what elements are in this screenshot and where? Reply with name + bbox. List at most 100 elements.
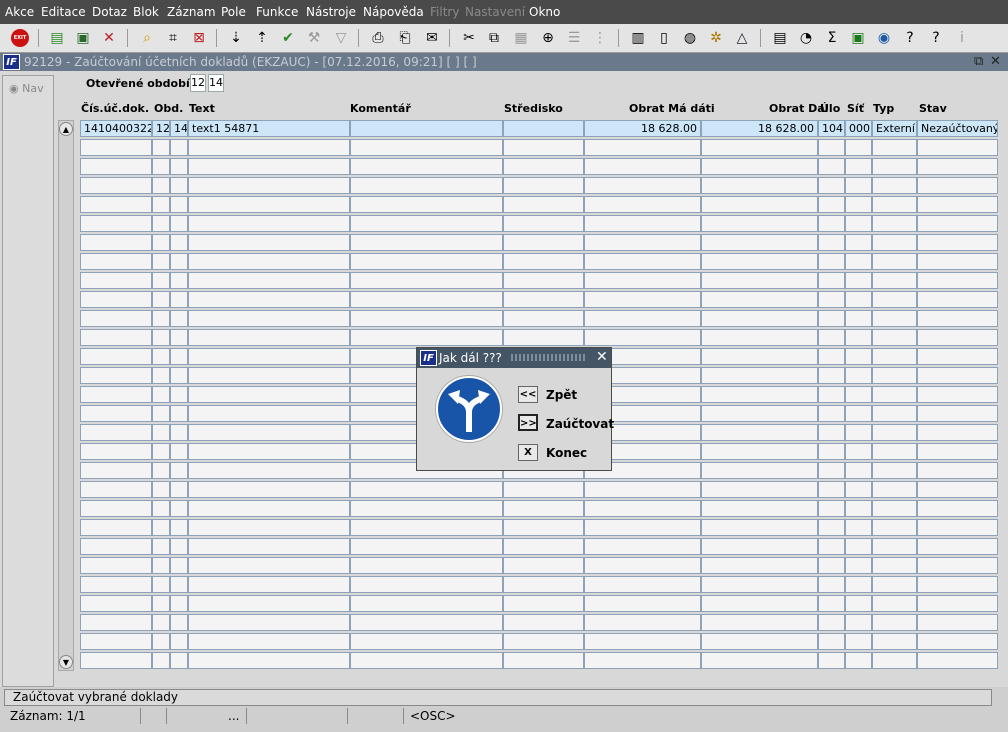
table-cell[interactable] <box>152 253 170 270</box>
table-cell[interactable] <box>845 538 872 555</box>
table-cell[interactable] <box>818 405 845 422</box>
table-cell[interactable] <box>152 139 170 156</box>
table-cell[interactable] <box>845 576 872 593</box>
table-cell[interactable] <box>701 538 818 555</box>
table-cell[interactable] <box>818 386 845 403</box>
table-cell[interactable] <box>80 234 152 251</box>
table-cell[interactable]: 000 <box>845 120 872 137</box>
table-cell[interactable] <box>350 633 503 650</box>
table-cell[interactable] <box>584 310 701 327</box>
table-cell[interactable] <box>701 424 818 441</box>
table-cell[interactable] <box>872 557 917 574</box>
table-cell[interactable] <box>80 329 152 346</box>
table-cell[interactable] <box>80 348 152 365</box>
table-cell[interactable] <box>350 329 503 346</box>
table-cell[interactable] <box>80 139 152 156</box>
table-cell[interactable]: Externí <box>872 120 917 137</box>
table-cell[interactable] <box>845 329 872 346</box>
globe-icon[interactable]: ◍ <box>680 28 700 48</box>
table-cell[interactable]: 104 <box>818 120 845 137</box>
table-cell[interactable] <box>80 576 152 593</box>
table-cell[interactable] <box>350 158 503 175</box>
scroll-down-icon[interactable]: ▼ <box>59 655 73 669</box>
table-cell[interactable] <box>170 253 188 270</box>
table-cell[interactable] <box>350 234 503 251</box>
table-cell[interactable] <box>872 158 917 175</box>
menu-funkce[interactable]: Funkce <box>256 5 298 19</box>
table-cell[interactable] <box>170 614 188 631</box>
table-cell[interactable] <box>845 481 872 498</box>
table-cell[interactable] <box>584 595 701 612</box>
table-cell[interactable] <box>917 557 998 574</box>
table-cell[interactable] <box>584 253 701 270</box>
table-cell[interactable] <box>872 253 917 270</box>
table-cell[interactable] <box>845 234 872 251</box>
table-cell[interactable] <box>917 500 998 517</box>
table-cell[interactable] <box>503 310 584 327</box>
close-window-icon[interactable]: ✕ <box>990 54 1001 69</box>
table-cell[interactable] <box>503 272 584 289</box>
table-cell[interactable] <box>845 215 872 232</box>
table-cell[interactable] <box>584 196 701 213</box>
table-cell[interactable] <box>152 405 170 422</box>
chart-icon[interactable]: ◔ <box>796 28 816 48</box>
table-cell[interactable] <box>701 139 818 156</box>
table-cell[interactable] <box>701 272 818 289</box>
table-cell[interactable] <box>188 633 350 650</box>
table-cell[interactable] <box>872 215 917 232</box>
table-cell[interactable] <box>503 120 584 137</box>
table-cell[interactable] <box>584 614 701 631</box>
table-cell[interactable] <box>152 234 170 251</box>
table-cell[interactable] <box>80 405 152 422</box>
table-cell[interactable] <box>80 538 152 555</box>
table-cell[interactable] <box>188 462 350 479</box>
table-cell[interactable] <box>845 443 872 460</box>
table-cell[interactable] <box>845 633 872 650</box>
table-cell[interactable] <box>350 652 503 669</box>
table-cell[interactable] <box>584 652 701 669</box>
table-cell[interactable] <box>845 557 872 574</box>
table-cell[interactable] <box>584 291 701 308</box>
table-cell[interactable] <box>80 500 152 517</box>
table-cell[interactable] <box>350 177 503 194</box>
table-cell[interactable] <box>818 291 845 308</box>
table-cell[interactable] <box>80 158 152 175</box>
table-cell[interactable] <box>350 310 503 327</box>
table-cell[interactable] <box>917 158 998 175</box>
table-cell[interactable] <box>701 500 818 517</box>
table-cell[interactable] <box>188 196 350 213</box>
table-cell[interactable] <box>152 158 170 175</box>
zoom-icon[interactable]: ⊕ <box>538 28 558 48</box>
table-cell[interactable] <box>80 443 152 460</box>
table-cell[interactable] <box>170 519 188 536</box>
table-cell[interactable] <box>701 519 818 536</box>
table-cell[interactable] <box>350 196 503 213</box>
table-cell[interactable] <box>818 519 845 536</box>
table-cell[interactable] <box>152 196 170 213</box>
table-cell[interactable] <box>188 557 350 574</box>
table-cell[interactable]: 18 628.00 <box>701 120 818 137</box>
sort-descending-icon[interactable]: ⇡ <box>252 28 272 48</box>
copy-icon[interactable]: ⧉ <box>484 28 504 48</box>
table-cell[interactable] <box>917 462 998 479</box>
table-cell[interactable] <box>152 576 170 593</box>
table-cell[interactable] <box>872 595 917 612</box>
table-cell[interactable] <box>80 291 152 308</box>
table-cell[interactable] <box>188 481 350 498</box>
table-cell[interactable] <box>818 139 845 156</box>
table-cell[interactable] <box>188 215 350 232</box>
table-cell[interactable] <box>872 481 917 498</box>
table-cell[interactable] <box>845 519 872 536</box>
table-cell[interactable] <box>917 215 998 232</box>
table-cell[interactable] <box>701 196 818 213</box>
table-cell[interactable] <box>872 386 917 403</box>
table-cell[interactable]: 18 628.00 <box>584 120 701 137</box>
table-cell[interactable] <box>701 652 818 669</box>
table-cell[interactable] <box>845 424 872 441</box>
table-cell[interactable] <box>503 291 584 308</box>
table-cell[interactable] <box>170 386 188 403</box>
table-cell[interactable] <box>701 405 818 422</box>
table-cell[interactable] <box>350 215 503 232</box>
table-cell[interactable] <box>584 272 701 289</box>
period-from[interactable]: 12 <box>190 74 206 92</box>
